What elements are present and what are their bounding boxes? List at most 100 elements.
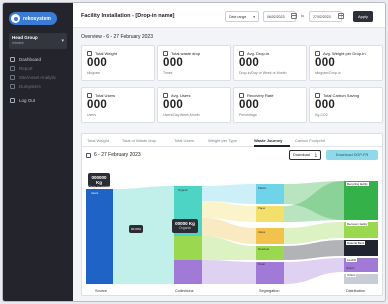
stat-card-recovery-rate: Recovery Rate 000 Percentage: [233, 87, 307, 123]
weight-icon: [87, 51, 92, 56]
logo-icon: [11, 14, 20, 23]
tooltip-value: 000000 Kg: [91, 175, 107, 185]
calendar-icon[interactable]: [338, 13, 344, 19]
stage-label-segregation: Segregation: [259, 289, 280, 293]
tooltip-percentage: 00.00%: [129, 225, 143, 233]
card-title: Total Users: [95, 93, 116, 98]
node-organic[interactable]: [174, 236, 202, 260]
tooltip-source: 000000 Kg Drop-in name: [88, 173, 110, 189]
stage-label-source: Source: [95, 289, 108, 293]
date-from-value: 06/02/2023: [267, 15, 285, 19]
date-range-select[interactable]: Date range ▾: [225, 11, 259, 22]
tooltip-value: 00.00%: [130, 226, 142, 231]
stage-label-distribution: Distribution: [346, 289, 365, 293]
card-unit: Percentage: [239, 113, 257, 117]
page-title: Facility Installation - [Drop-in name]: [81, 13, 175, 19]
node-label-plastic: Plastic: [258, 186, 267, 190]
overview-label: Overview - 6 - 27 February 2023: [81, 34, 153, 40]
user-icon: [163, 93, 168, 98]
sidebar-item-label: Report: [19, 66, 33, 71]
top-bar: Facility Installation - [Drop-in name] ▾…: [73, 3, 385, 28]
sidebar-item-dumpsters[interactable]: Dumpsters: [3, 82, 73, 91]
waste-journey-sankey: [86, 181, 378, 284]
node-label-glass: Glass: [258, 230, 266, 234]
node-label-metal: Metal: [258, 262, 265, 266]
card-unit: Users: [87, 113, 97, 117]
card-title: Total Weight: [95, 51, 117, 56]
sidebar-item-site-analytic[interactable]: Site/Asset Analytic: [3, 73, 73, 82]
node-source[interactable]: [86, 189, 113, 284]
dest-label-material-bank: Material Bank: [346, 241, 366, 245]
stat-card-avg-weight: Avg. Weight per Drop-in 000 kilogram/Dro…: [309, 45, 383, 81]
sidebar-item-dashboard[interactable]: Dashboard: [3, 55, 73, 64]
node-label-collection: Organic: [178, 188, 188, 192]
card-title: Recovery Rate: [247, 93, 274, 98]
stat-card-avg-drop-in: Avg. Drop-in 000 Drop-in/Day or Week or …: [233, 45, 307, 81]
node-label-users: Users: [91, 191, 99, 195]
chevron-down-icon: ▾: [61, 38, 64, 44]
dumpster-icon: [10, 84, 15, 89]
dest-label-recovery: Recovery facility: [346, 222, 369, 226]
stat-card-total-users: Total Users 000 Users: [81, 87, 155, 123]
flow-metal-landfill[interactable]: [284, 258, 344, 284]
recycle-icon: [239, 93, 244, 98]
stat-card-total-waste-drop: Total waste drop 000 Times: [157, 45, 231, 81]
sidebar-item-logout[interactable]: Log Out: [3, 96, 73, 105]
main-content: Facility Installation - [Drop-in name] ▾…: [73, 3, 385, 301]
card-unit: kilogram: [87, 71, 101, 75]
node-recycling[interactable]: [344, 181, 378, 220]
stat-card-total-weight: Total Weight 000 kilogram: [81, 45, 155, 81]
logo-text: rekosystem: [23, 15, 51, 22]
card-value: 000: [239, 99, 260, 111]
flow-to-plastic[interactable]: [202, 184, 256, 204]
leaf-icon: [315, 93, 320, 98]
dest-label-landfill: Landfill: [346, 258, 357, 262]
node-collection-other[interactable]: [174, 260, 202, 284]
card-title: Avg. Weight per Drop-in: [323, 51, 366, 56]
waste-journey-panel: Total Weight Total of Waste drop Total U…: [81, 133, 383, 296]
card-title: Avg. Users: [171, 93, 191, 98]
card-unit: Kg-CO2: [315, 113, 328, 117]
stat-card-carbon-saving: Total Carbon Saving 000 Kg-CO2: [309, 87, 383, 123]
card-title: Avg. Drop-in: [247, 51, 270, 56]
analytics-icon: [10, 75, 15, 80]
sidebar-item-label: Site/Asset Analytic: [19, 75, 57, 80]
apply-label: Apply: [357, 14, 368, 19]
card-unit: Users/Day,Week,Month: [163, 113, 200, 117]
card-unit: kilogram/Drop-in: [315, 71, 341, 75]
apply-button[interactable]: Apply: [353, 11, 373, 22]
chevron-down-icon[interactable]: ▾: [170, 13, 173, 19]
chevron-down-icon: ▾: [253, 15, 255, 19]
card-title: Total Carbon Saving: [323, 93, 360, 98]
report-icon: [10, 66, 15, 71]
card-value: 000: [239, 57, 260, 69]
flow-to-metal[interactable]: [202, 260, 256, 284]
card-value: 000: [315, 99, 336, 111]
card-value: 000: [163, 57, 184, 69]
card-unit: Times: [163, 71, 173, 75]
card-value: 000: [163, 99, 184, 111]
tooltip-sub: Drop-in name: [88, 185, 110, 189]
calendar-icon[interactable]: [291, 13, 297, 19]
app-logo[interactable]: rekosystem: [9, 12, 57, 25]
card-title: Total waste drop: [171, 51, 201, 56]
company-sub: Intratek: [12, 41, 24, 45]
chart-icon: [239, 51, 244, 56]
tooltip-sub: Organic: [178, 226, 192, 230]
users-icon: [87, 93, 92, 98]
company-switcher[interactable]: Head Group Intratek ▾: [9, 33, 67, 49]
card-unit: Drop-in/Day or Week or Month: [239, 71, 287, 75]
sidebar-item-report[interactable]: Report: [3, 64, 73, 73]
company-name: Head Group: [12, 35, 38, 40]
node-label-paper: Paper: [258, 206, 266, 210]
flow-source-collections[interactable]: [113, 186, 174, 284]
dest-label-others: Others: [346, 273, 357, 277]
sidebar: rekosystem Head Group Intratek ▾ Dashboa…: [3, 3, 73, 301]
scale-icon: [315, 51, 320, 56]
date-to-value: 27/02/2023: [313, 15, 331, 19]
sidebar-item-label: Log Out: [19, 98, 36, 103]
app-window: rekosystem Head Group Intratek ▾ Dashboa…: [2, 2, 386, 302]
stat-card-avg-users: Avg. Users 000 Users/Day,Week,Month: [157, 87, 231, 123]
tooltip-organic: 00000 Kg Organic: [172, 219, 198, 233]
card-value: 000: [315, 57, 336, 69]
